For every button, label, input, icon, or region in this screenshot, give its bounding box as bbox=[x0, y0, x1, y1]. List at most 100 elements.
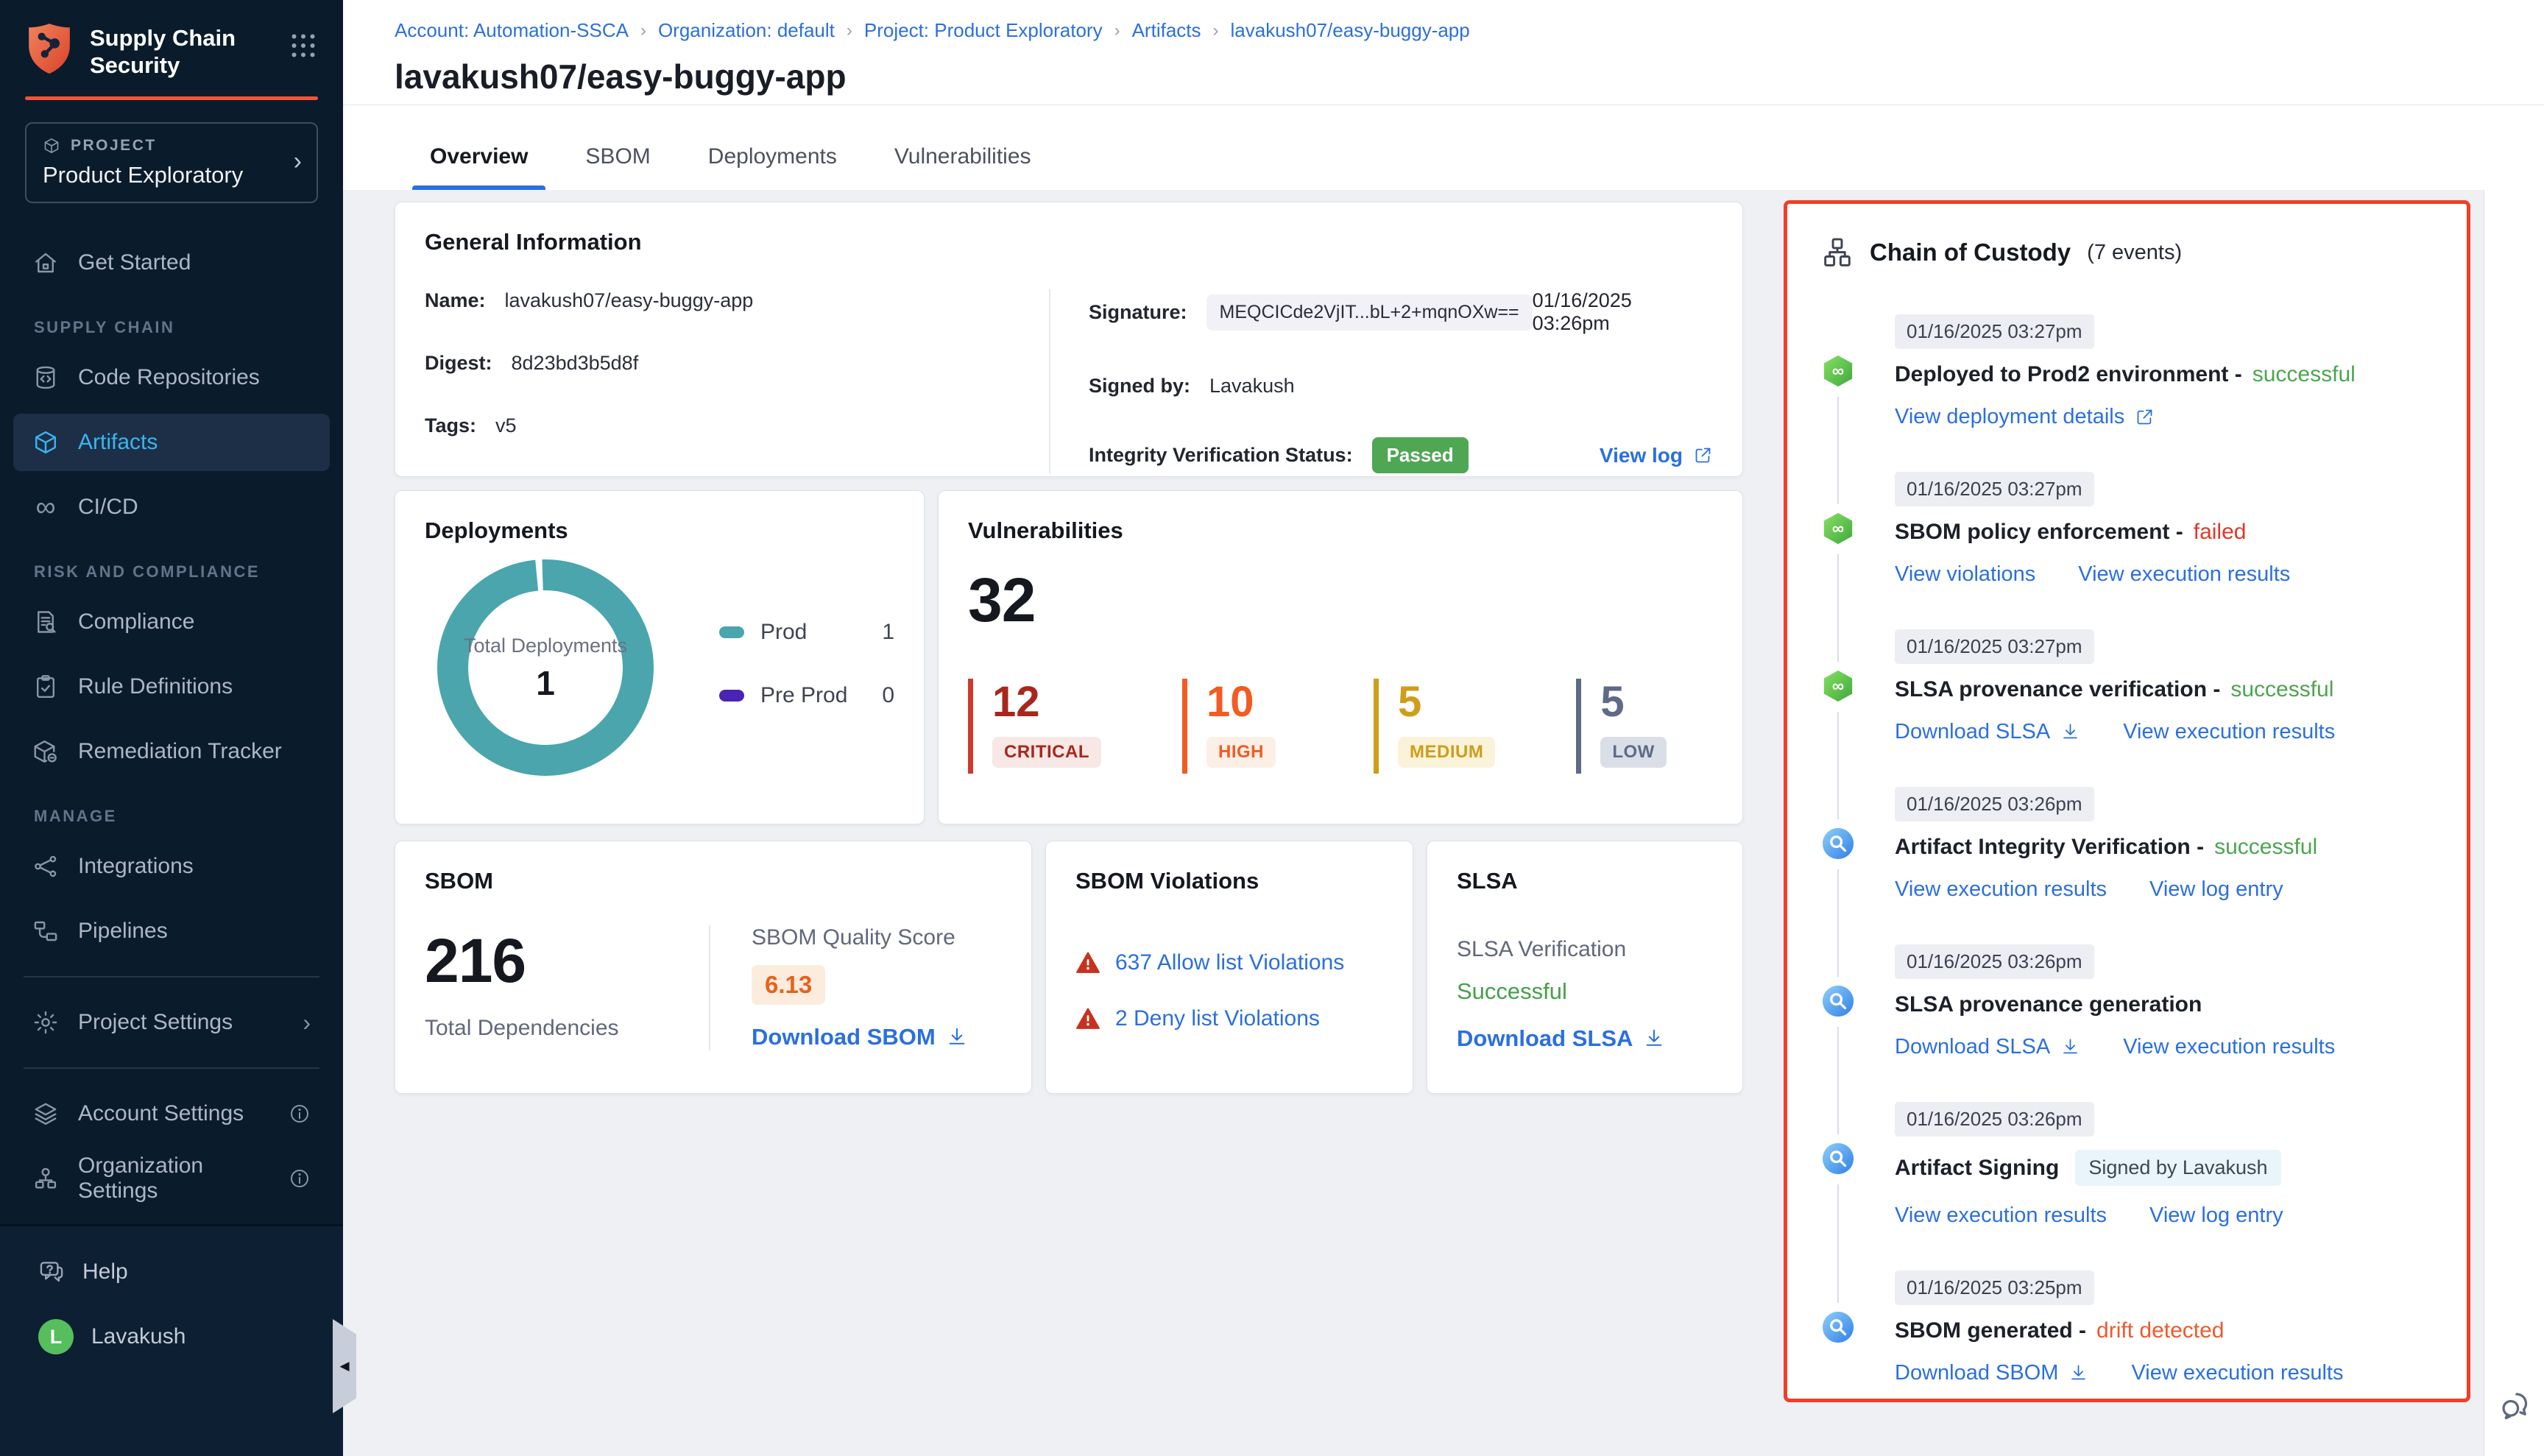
event-title-row: SLSA provenance verification -successful bbox=[1895, 677, 2433, 702]
slsa-verification-label: SLSA Verification bbox=[1457, 937, 1713, 962]
violation-link-2-deny-list-violations[interactable]: 2 Deny list Violations bbox=[1115, 1006, 1320, 1031]
severity-critical: 12CRITICAL bbox=[968, 679, 1101, 774]
infinity-icon: ∞ bbox=[32, 494, 59, 520]
integrity-status-label: Integrity Verification Status: bbox=[1089, 444, 1353, 467]
sidebar-item-label: Rule Definitions bbox=[78, 674, 233, 699]
breadcrumb-separator: › bbox=[640, 21, 646, 41]
timestamp-badge: 01/16/2025 03:27pm bbox=[1895, 472, 2094, 506]
event-link-view-execution-results[interactable]: View execution results bbox=[1895, 877, 2107, 902]
severity-badge: LOW bbox=[1600, 737, 1666, 768]
breadcrumb-link-organization[interactable]: Organization: default bbox=[658, 19, 835, 42]
event-link-view-deployment-details[interactable]: View deployment details bbox=[1895, 405, 2155, 429]
download-icon bbox=[1643, 1028, 1665, 1050]
breadcrumb-link-account[interactable]: Account: Automation-SSCA bbox=[395, 19, 629, 42]
severity-medium: 5MEDIUM bbox=[1374, 679, 1495, 774]
event-link-download-slsa[interactable]: Download SLSA bbox=[1895, 1035, 2080, 1059]
repo-icon bbox=[32, 364, 59, 391]
event-title: Deployed to Prod2 environment - bbox=[1895, 362, 2242, 387]
sidebar-item-code-repositories[interactable]: Code Repositories bbox=[13, 349, 330, 406]
tab-vulnerabilities[interactable]: Vulnerabilities bbox=[891, 134, 1034, 190]
sidebar-item-organization-settings[interactable]: Organization Settings bbox=[13, 1150, 330, 1207]
tab-deployments[interactable]: Deployments bbox=[705, 134, 840, 190]
severity-low: 5LOW bbox=[1576, 679, 1686, 774]
violation-link-637-allow-list-violations[interactable]: 637 Allow list Violations bbox=[1115, 950, 1344, 975]
sidebar-item-label: Artifacts bbox=[78, 430, 158, 455]
svg-text:∞: ∞ bbox=[1832, 676, 1844, 696]
tab-sbom[interactable]: SBOM bbox=[582, 134, 653, 190]
external-link-icon bbox=[1693, 445, 1713, 465]
event-link-view-log-entry[interactable]: View log entry bbox=[2149, 877, 2283, 902]
sidebar-footer: Help L Lavakush bbox=[0, 1224, 343, 1456]
sidebar-item-label: Remediation Tracker bbox=[78, 739, 282, 764]
event-link-view-execution-results[interactable]: View execution results bbox=[2123, 720, 2335, 744]
sidebar-item-remediation-tracker[interactable]: Remediation Tracker bbox=[13, 723, 330, 780]
sidebar-collapse-handle[interactable]: ◀ bbox=[333, 1319, 356, 1413]
sidebar-divider bbox=[24, 1067, 319, 1069]
general-info-right-column: Signature: MEQCICde2VjIT...bL+2+mqnOXw==… bbox=[1049, 289, 1713, 473]
docSearch-icon bbox=[32, 609, 59, 635]
scan-step-icon bbox=[1821, 984, 1855, 1018]
event-link-view-execution-results[interactable]: View execution results bbox=[1895, 1204, 2107, 1228]
sidebar-item-rule-definitions[interactable]: Rule Definitions bbox=[13, 658, 330, 715]
general-info-row: Digest:8d23bd3b5d8f bbox=[425, 352, 1049, 375]
field-value: 8d23bd3b5d8f bbox=[512, 352, 639, 375]
sidebar-item-get-started[interactable]: Get Started bbox=[13, 234, 330, 291]
breadcrumb-link-project[interactable]: Project: Product Exploratory bbox=[864, 19, 1103, 42]
breadcrumb-separator: › bbox=[1213, 21, 1219, 41]
event-link-view-execution-results[interactable]: View execution results bbox=[2078, 562, 2290, 587]
pipeline-icon bbox=[32, 918, 59, 944]
share-icon bbox=[32, 853, 59, 880]
event-link-download-sbom[interactable]: Download SBOM bbox=[1895, 1361, 2088, 1385]
sidebar-item-cicd[interactable]: ∞ CI/CD bbox=[13, 478, 330, 536]
sidebar-item-project-settings[interactable]: Project Settings› bbox=[13, 994, 330, 1051]
event-links: View deployment details bbox=[1895, 405, 2433, 429]
legend-swatch bbox=[719, 626, 744, 638]
app-switcher-grid-icon[interactable] bbox=[289, 31, 318, 60]
download-sbom-link[interactable]: Download SBOM bbox=[752, 1024, 968, 1050]
project-selector[interactable]: PROJECT Product Exploratory › bbox=[25, 122, 318, 203]
event-link-view-execution-results[interactable]: View execution results bbox=[2123, 1035, 2335, 1059]
event-link-label: View execution results bbox=[2078, 562, 2290, 587]
sidebar-item-artifacts[interactable]: Artifacts bbox=[13, 414, 330, 471]
event-link-view-violations[interactable]: View violations bbox=[1895, 562, 2035, 587]
legend-item-prod: Prod1 bbox=[719, 620, 894, 645]
event-link-view-execution-results[interactable]: View execution results bbox=[2131, 1361, 2343, 1385]
user-menu[interactable]: L Lavakush bbox=[38, 1319, 305, 1354]
help-button[interactable]: Help bbox=[38, 1259, 305, 1285]
card-title: General Information bbox=[425, 229, 1713, 255]
sidebar-item-pipelines[interactable]: Pipelines bbox=[13, 902, 330, 960]
slsa-card: SLSA SLSA Verification Successful Downlo… bbox=[1427, 841, 1743, 1094]
event-links: View violations View execution results bbox=[1895, 562, 2433, 587]
sidebar-item-compliance[interactable]: Compliance bbox=[13, 593, 330, 651]
info-circle-icon bbox=[289, 1167, 311, 1190]
event-status: failed bbox=[2194, 520, 2247, 545]
sidebar-item-label: CI/CD bbox=[78, 495, 138, 520]
sidebar-item-integrations[interactable]: Integrations bbox=[13, 838, 330, 895]
breadcrumb-link-lavakush07-easy-buggy-app[interactable]: lavakush07/easy-buggy-app bbox=[1231, 19, 1470, 42]
chevron-right-icon: › bbox=[303, 1009, 311, 1036]
event-title-row: SBOM generated -drift detected bbox=[1895, 1318, 2433, 1343]
gear-icon bbox=[32, 1009, 59, 1036]
sbom-quality-score-label: SBOM Quality Score bbox=[752, 925, 1002, 950]
project-label: PROJECT bbox=[71, 137, 157, 155]
view-log-link[interactable]: View log bbox=[1600, 444, 1713, 467]
download-slsa-link[interactable]: Download SLSA bbox=[1457, 1025, 1665, 1052]
feedback-chat-icon[interactable] bbox=[2498, 1388, 2531, 1422]
general-info-left-column: Name:lavakush07/easy-buggy-appDigest:8d2… bbox=[425, 289, 1049, 473]
help-chat-icon bbox=[38, 1259, 65, 1285]
breadcrumb-link-artifacts[interactable]: Artifacts bbox=[1132, 19, 1201, 42]
field-value: v5 bbox=[495, 414, 517, 437]
timestamp: 01/16/2025 03:27pm bbox=[1895, 314, 2433, 349]
tab-overview[interactable]: Overview bbox=[427, 134, 531, 190]
event-link-label: View execution results bbox=[2131, 1361, 2343, 1385]
event-link-view-log-entry[interactable]: View log entry bbox=[2149, 1204, 2283, 1228]
event-link-download-slsa[interactable]: Download SLSA bbox=[1895, 720, 2080, 744]
breadcrumb-separator: › bbox=[1114, 21, 1120, 41]
event-title: Artifact Signing bbox=[1895, 1156, 2059, 1181]
vulnerabilities-card: Vulnerabilities 32 12CRITICAL10HIGH5MEDI… bbox=[938, 490, 1743, 824]
event-link-label: View execution results bbox=[2123, 720, 2335, 744]
event-links: Download SBOM View execution results bbox=[1895, 1361, 2433, 1385]
violations-list: 637 Allow list Violations 2 Deny list Vio… bbox=[1075, 950, 1383, 1031]
clipboard-icon bbox=[32, 674, 59, 700]
sidebar-item-account-settings[interactable]: Account Settings bbox=[13, 1085, 330, 1142]
